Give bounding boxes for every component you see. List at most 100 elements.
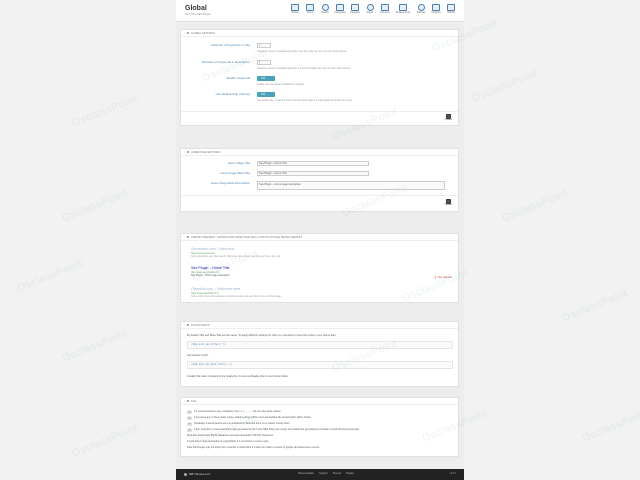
nav-label: Global	[291, 11, 299, 14]
nav-item-global[interactable]: Global	[288, 4, 302, 15]
code-snippet: <?php echo seo_title(); ?>	[187, 341, 453, 349]
faq-text: If you leave any of these fields empty, …	[194, 416, 312, 419]
faq-item: Q4 If title, meta title or meta descripti…	[187, 428, 360, 432]
search-icon	[321, 4, 329, 11]
categories-icon	[336, 4, 344, 11]
footer-links: Documentation Support Themes Plugins	[298, 472, 354, 475]
card-title: Snippet preview - shows how home page wi…	[181, 234, 458, 241]
card-title: Plugin Setup	[181, 322, 458, 329]
watermark-text: OsclassPoint	[560, 287, 630, 325]
faq-number-badge: Q4	[187, 429, 192, 432]
setup-text: By default Title and Meta Title are the …	[187, 334, 337, 337]
setup-text: Usually this code is located in the head…	[187, 375, 289, 378]
nav-label: Sitemap	[416, 11, 426, 14]
watermark-text: OsclassPoint	[60, 327, 130, 365]
setting-label: Delimiter of Keywords in Title	[211, 43, 250, 47]
default-sign-toggle[interactable]: ON	[257, 92, 275, 97]
home-settings-card: Home Page Settings Home Page Title Seo P…	[180, 148, 459, 212]
faq-item: Q3 Nowadays meta keywords are not conside…	[187, 422, 290, 426]
setup-text: and replace it with:	[187, 354, 209, 357]
nav-label: Categories	[334, 11, 346, 14]
global-settings-card: Global Settings Delimiter of Keywords in…	[180, 29, 459, 126]
page-title: Global	[185, 5, 207, 12]
result-description: Some site about your site search. Welcom…	[191, 255, 282, 258]
update-button[interactable]: Update	[445, 199, 452, 207]
description-delimiter-input[interactable]: |	[257, 60, 271, 65]
footer-link[interactable]: Themes	[332, 472, 341, 475]
title-delimiter-input[interactable]: |	[257, 43, 271, 48]
update-button[interactable]: Update	[445, 114, 452, 122]
setting-label: Home Page Title	[227, 161, 250, 165]
setting-hint: Use default title / meta title and meta …	[257, 99, 353, 102]
nav-item-pages[interactable]: Pages	[363, 4, 377, 15]
faq-text: Nowadays meta keywords are not considere…	[194, 422, 291, 425]
card-title: Home Page Settings	[181, 149, 458, 156]
watermark-text: OsclassPoint	[15, 257, 85, 295]
your-website-label: Your website	[437, 276, 452, 279]
setting-label: Delimiter of Keywords in Description	[201, 60, 250, 64]
nav-item-items[interactable]: Items	[303, 4, 317, 15]
faq-card: FAQ Q1 It is recommended to use 1 charact…	[180, 397, 459, 457]
nav-item-sub-pins[interactable]: Sub-pins	[378, 4, 392, 15]
watermark-text: OsclassPoint	[470, 67, 540, 105]
home-meta-description-textarea[interactable]: Seo Plugin – Home page description	[257, 181, 445, 190]
nav-label: Locations	[349, 11, 361, 14]
nav-item-analytics[interactable]: Analytics	[429, 4, 443, 15]
snippet-preview-card: Snippet preview - shows how home page wi…	[180, 233, 459, 303]
nav-item-search[interactable]: Search	[318, 4, 332, 15]
card-title: FAQ	[181, 398, 458, 405]
related-icon	[399, 4, 407, 11]
subpins-icon	[381, 4, 389, 11]
code-snippet: <?php echo seo_meta_title(); ?>	[187, 361, 453, 369]
card-title: Global Settings	[181, 30, 458, 37]
faq-text: It is recommended to use 1 character onl…	[194, 410, 282, 413]
nav-item-sitemap[interactable]: Sitemap	[414, 4, 428, 15]
plugin-page: Global All In One SEO Plugin Global Items…	[176, 0, 464, 480]
faq-text: If meta title or meta description is emp…	[187, 440, 269, 443]
sitemap-icon	[417, 4, 425, 11]
nav-label: Related items	[395, 11, 411, 14]
setting-label: Home Page Meta Title	[220, 171, 250, 175]
nav-item-locations[interactable]: Locations	[348, 4, 362, 15]
footer-brand[interactable]: MB-Themes.com	[184, 472, 210, 476]
faq-text: Meta title should have 50-60 characters …	[187, 434, 274, 437]
watermark-text: OsclassPoint	[580, 407, 640, 445]
search-result: Otherlink.com – Welcome here https://www…	[191, 287, 282, 298]
setting-row: Home Page Title Seo Plugin – Home Title	[181, 161, 458, 171]
footer-link[interactable]: Documentation	[298, 472, 314, 475]
faq-number-badge: Q1	[187, 411, 192, 414]
items-icon	[306, 4, 314, 11]
footer-version: v1.8.7	[449, 472, 456, 475]
setting-hint: Character used to separate keywords in m…	[257, 67, 352, 70]
update-label: Update	[444, 204, 452, 206]
nav-item-related-items[interactable]: Related items	[393, 4, 413, 15]
watermark-text: OsclassPoint	[70, 92, 140, 130]
nav-label: Search	[321, 11, 329, 14]
plugin-setup-card: Plugin Setup By default Title and Meta T…	[180, 321, 459, 387]
divider	[181, 111, 458, 112]
nav-label: Items	[307, 11, 313, 14]
robots-icon	[447, 4, 455, 11]
update-label: Update	[444, 119, 452, 121]
faq-text: If title, meta title or meta description…	[194, 428, 360, 431]
watermark-text: OsclassPoint	[500, 187, 570, 225]
setting-row: Enable Keywords ON	[181, 76, 458, 86]
footer: MB-Themes.com Documentation Support Themes…	[176, 469, 464, 480]
home-title-input[interactable]: Seo Plugin – Home Title	[257, 161, 369, 166]
setting-row: Home Page Meta Title Seo Plugin – Home T…	[181, 171, 458, 181]
nav-item-robots[interactable]: Robots	[444, 4, 458, 15]
footer-link[interactable]: Support	[319, 472, 327, 475]
faq-text: Note that Google may not show your meta …	[187, 446, 320, 449]
footer-link[interactable]: Plugins	[346, 472, 354, 475]
result-description: Seo Plugin – Home page description	[191, 274, 230, 277]
nav-label: Sub-pins	[380, 11, 390, 14]
nav-item-categories[interactable]: Categories	[333, 4, 347, 15]
home-meta-title-input[interactable]: Seo Plugin – Home Title	[257, 171, 369, 176]
faq-item: Meta title should have 50-60 characters …	[187, 434, 274, 438]
plugin-nav: Global Items Search Categories Locations Page…	[288, 4, 458, 15]
faq-item: Note that Google may not show your meta …	[187, 446, 320, 450]
brand: Global All In One SEO Plugin	[185, 5, 211, 17]
setting-label: Use Default Sign If Empty	[215, 92, 250, 96]
enable-keywords-toggle[interactable]: ON	[257, 76, 275, 81]
watermark-text: OsclassPoint	[60, 187, 130, 225]
